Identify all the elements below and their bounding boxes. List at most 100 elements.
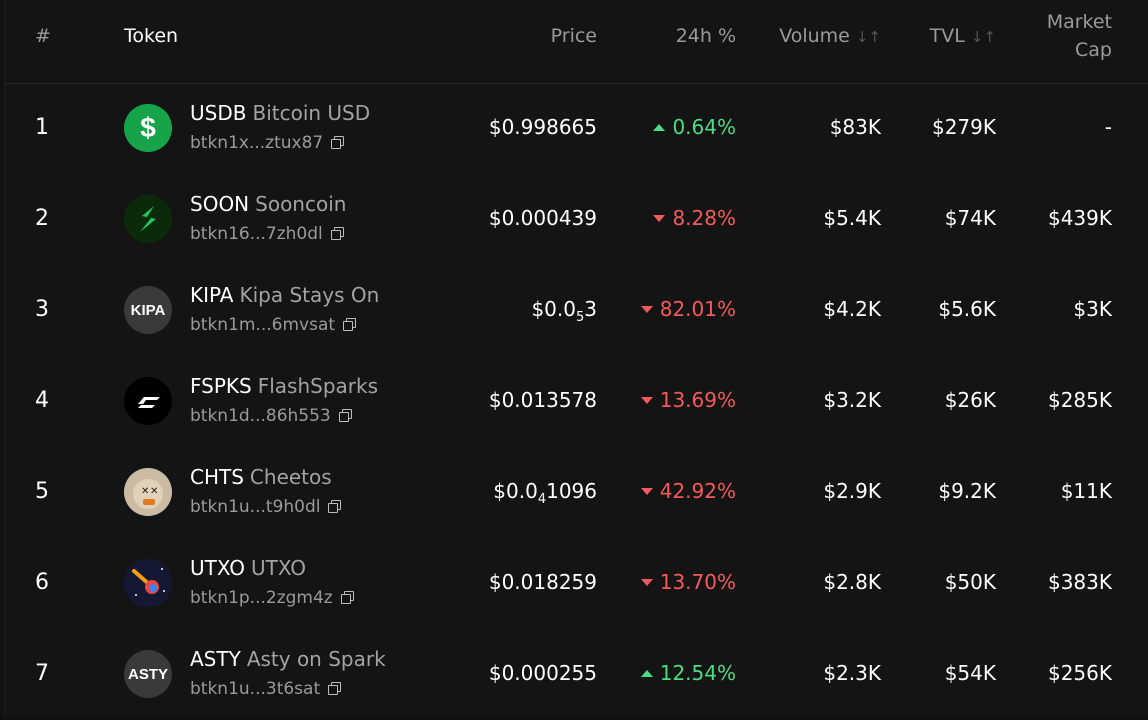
- price-main: $0.0: [493, 479, 538, 503]
- token-name-link[interactable]: FSPKS FlashSparks: [190, 373, 378, 399]
- volume: $2.3K: [823, 661, 881, 685]
- market-cap: $256K: [1047, 661, 1112, 685]
- table-row[interactable]: 2 SOON Sooncoin btkn16...7zh0dl $0.000439 8.2…: [5, 174, 1148, 265]
- token-fullname: Sooncoin: [255, 192, 347, 216]
- token-fullname: Cheetos: [249, 465, 332, 489]
- token-logo-dollar-icon: $: [124, 104, 172, 152]
- svg-text:✕: ✕: [150, 486, 158, 497]
- triangle-down-icon: [640, 305, 653, 313]
- triangle-down-icon: [640, 578, 653, 586]
- header-price: Price: [550, 25, 597, 47]
- change-24h: 12.54%: [640, 660, 736, 686]
- tvl: $5.6K: [938, 297, 996, 321]
- rank: 6: [35, 570, 49, 595]
- svg-text:$: $: [140, 112, 156, 143]
- token-address: btkn1x...ztux87: [190, 132, 345, 154]
- price: $0.998665: [489, 114, 597, 140]
- token-name-link[interactable]: UTXO UTXO: [190, 555, 306, 581]
- price-main: $0.000255: [488, 661, 597, 685]
- header-market-cap-line1: Market: [1046, 11, 1112, 33]
- copy-icon[interactable]: [328, 500, 342, 513]
- copy-icon[interactable]: [340, 591, 354, 604]
- token-address: btkn1m...6mvsat: [190, 314, 357, 336]
- table-row[interactable]: 1 $ USDB Bitcoin USD btkn1x...ztux87 $0.99866…: [5, 83, 1148, 174]
- rank: 5: [35, 479, 49, 504]
- token-address-text: btkn16...7zh0dl: [190, 224, 323, 244]
- token-name-link[interactable]: KIPA Kipa Stays On: [190, 282, 379, 308]
- token-fullname: Kipa Stays On: [239, 283, 380, 307]
- price: $0.041096: [493, 478, 597, 507]
- tvl: $54K: [944, 661, 996, 685]
- token-symbol: CHTS: [190, 465, 244, 489]
- tvl: $50K: [944, 570, 996, 594]
- volume: $3.2K: [823, 388, 881, 412]
- token-name-link[interactable]: USDB Bitcoin USD: [190, 100, 370, 126]
- token-address-text: btkn1u...3t6sat: [190, 679, 321, 699]
- price-tail: 1096: [546, 479, 597, 503]
- market-cap: -: [1104, 115, 1112, 139]
- token-symbol: UTXO: [190, 556, 246, 580]
- price: $0.053: [531, 296, 597, 324]
- price-tail: 3: [584, 297, 597, 321]
- token-symbol: KIPA: [190, 283, 234, 307]
- token-address: btkn1p...2zgm4z: [190, 587, 354, 609]
- volume: $2.8K: [823, 570, 881, 594]
- token-address: btkn1u...t9h0dl: [190, 496, 342, 518]
- token-address-text: btkn1p...2zgm4z: [190, 588, 333, 608]
- header-rank: #: [35, 25, 51, 47]
- market-cap: $285K: [1047, 388, 1112, 412]
- tvl: $279K: [931, 115, 996, 139]
- triangle-down-icon: [640, 487, 653, 495]
- market-cap: $439K: [1047, 206, 1112, 230]
- triangle-down-icon: [653, 214, 666, 222]
- rank: 4: [35, 388, 49, 413]
- change-24h: 13.70%: [640, 569, 736, 595]
- header-volume-label: Volume: [779, 25, 850, 47]
- table-row[interactable]: 4 FSPKS FlashSparks btkn1d...86h553 $0.01357…: [5, 356, 1148, 447]
- copy-icon[interactable]: [343, 318, 357, 331]
- table-row[interactable]: 6 UTXO UTXO btkn1p...2zgm4z $0.018259 13.70% $…: [5, 538, 1148, 629]
- change-24h: 13.69%: [640, 387, 736, 413]
- token-address-text: btkn1m...6mvsat: [190, 315, 336, 335]
- token-logo-flash-stripes-icon: [124, 377, 172, 425]
- table-row[interactable]: 7 ASTY ASTY Asty on Spark btkn1u...3t6sat $0.…: [5, 629, 1148, 720]
- price: $0.000439: [489, 205, 597, 231]
- table-row[interactable]: 3 KIPA KIPA Kipa Stays On btkn1m...6mvsat $0.…: [5, 265, 1148, 356]
- tvl: $74K: [944, 206, 996, 230]
- token-name-link[interactable]: ASTY Asty on Spark: [190, 646, 386, 672]
- token-symbol: FSPKS: [190, 374, 252, 398]
- token-address-text: btkn1d...86h553: [190, 406, 331, 426]
- rank: 1: [35, 115, 49, 140]
- token-name-link[interactable]: SOON Sooncoin: [190, 191, 346, 217]
- table-row[interactable]: 5 ✕ ✕ CHTS Cheetos btkn1u...t9h0dl $0.041096 42…: [5, 447, 1148, 538]
- svg-text:✕: ✕: [141, 486, 149, 497]
- rank: 2: [35, 206, 49, 231]
- token-fullname: Bitcoin USD: [252, 101, 371, 125]
- volume: $2.9K: [823, 479, 881, 503]
- table-header: # Token Price 24h % Volume ↓↑ TVL ↓↑ Marke…: [5, 0, 1148, 84]
- token-name-link[interactable]: CHTS Cheetos: [190, 464, 332, 490]
- header-tvl-sort[interactable]: TVL ↓↑: [930, 22, 996, 51]
- token-address: btkn1u...3t6sat: [190, 678, 342, 700]
- change-24h: 0.64%: [653, 114, 736, 140]
- copy-icon[interactable]: [328, 682, 342, 695]
- token-symbol: SOON: [190, 192, 250, 216]
- header-market-cap-line2: Cap: [1075, 39, 1112, 61]
- triangle-up-icon: [640, 669, 653, 677]
- copy-icon[interactable]: [338, 409, 352, 422]
- market-cap: $11K: [1060, 479, 1112, 503]
- token-address-text: btkn1u...t9h0dl: [190, 497, 321, 517]
- price-zero-count: 4: [537, 492, 547, 507]
- sort-icon: ↓↑: [970, 28, 996, 46]
- token-symbol: USDB: [190, 101, 247, 125]
- market-cap: $3K: [1073, 297, 1112, 321]
- token-address: btkn16...7zh0dl: [190, 223, 344, 245]
- token-fullname: UTXO: [251, 556, 307, 580]
- copy-icon[interactable]: [331, 136, 345, 149]
- copy-icon[interactable]: [330, 227, 344, 240]
- tvl: $9.2K: [938, 479, 996, 503]
- change-value: 13.69%: [659, 388, 736, 412]
- logo-text: KIPA: [130, 301, 166, 319]
- price-main: $0.998665: [488, 115, 597, 139]
- header-volume-sort[interactable]: Volume ↓↑: [779, 22, 881, 51]
